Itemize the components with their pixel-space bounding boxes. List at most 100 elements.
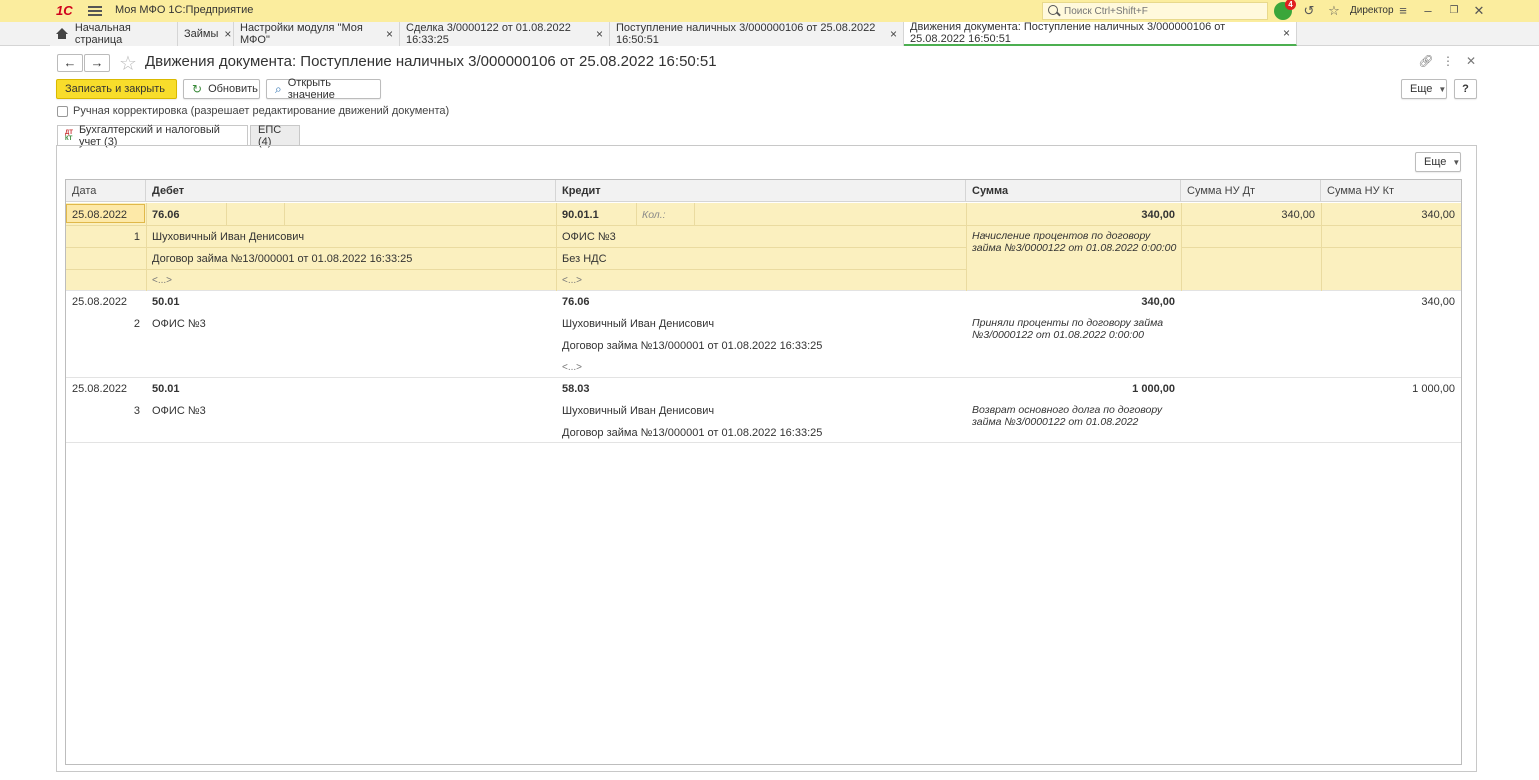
col-sum-nu-kt[interactable]: Сумма НУ Кт bbox=[1321, 180, 1461, 202]
debit-subconto-1: ОФИС №3 bbox=[152, 318, 206, 330]
tab-eps-label: ЕПС (4) bbox=[258, 123, 282, 148]
notifications-badge: 4 bbox=[1285, 0, 1296, 10]
row-sum: 1 000,00 bbox=[1132, 383, 1175, 395]
grid-more-button[interactable]: Еще ▼ bbox=[1415, 152, 1461, 172]
credit-subconto-3: <...> bbox=[562, 362, 583, 373]
search-icon bbox=[1047, 4, 1061, 18]
back-button[interactable]: ← bbox=[57, 54, 83, 72]
credit-account: 76.06 bbox=[562, 296, 590, 308]
close-window-icon[interactable]: ✕ bbox=[1471, 3, 1487, 19]
row-sum: 340,00 bbox=[1141, 209, 1175, 221]
row-content: Приняли проценты по договору займа №3/00… bbox=[972, 317, 1164, 341]
more-actions-icon[interactable]: ⋮ bbox=[1440, 54, 1456, 70]
tab-label: Начальная страница bbox=[74, 22, 131, 46]
col-sum[interactable]: Сумма bbox=[966, 180, 1181, 202]
close-icon[interactable]: × bbox=[386, 27, 393, 41]
tab-loans[interactable]: Займы × bbox=[178, 22, 234, 46]
col-credit[interactable]: Кредит bbox=[556, 180, 966, 202]
row-date: 25.08.2022 bbox=[72, 209, 128, 221]
manual-edit-row[interactable]: Ручная корректировка (разрешает редактир… bbox=[57, 105, 449, 117]
close-icon[interactable]: × bbox=[1283, 26, 1290, 40]
row-number: 3 bbox=[133, 405, 140, 417]
row-content: Возврат основного долга по договору займ… bbox=[972, 404, 1163, 428]
debit-subconto-1: Шуховичный Иван Денисович bbox=[152, 231, 305, 243]
col-date[interactable]: Дата bbox=[66, 180, 146, 202]
credit-subconto-2: Договор займа №13/000001 от 01.08.2022 1… bbox=[562, 340, 823, 352]
debit-account: 76.06 bbox=[152, 209, 180, 221]
refresh-icon: ↻ bbox=[192, 82, 203, 96]
close-icon[interactable]: × bbox=[224, 27, 231, 41]
magnifier-icon: ⌕ bbox=[275, 81, 282, 96]
tab-document-movements[interactable]: Движения документа: Поступление наличных… bbox=[904, 21, 1297, 46]
close-icon[interactable]: × bbox=[596, 27, 603, 41]
dt-kt-icon: ДТ КТ bbox=[65, 130, 73, 142]
tab-label: Сделка 3/0000122 от 01.08.2022 16:33:25 bbox=[406, 22, 571, 46]
credit-subconto-1: Шуховичный Иван Денисович bbox=[562, 318, 715, 330]
form-title: Движения документа: Поступление наличных… bbox=[145, 53, 717, 70]
credit-subconto-2: Без НДС bbox=[562, 253, 607, 265]
home-icon bbox=[56, 28, 68, 40]
favorites-star-icon[interactable]: ☆ bbox=[1326, 3, 1342, 19]
search-input[interactable] bbox=[1064, 5, 1264, 17]
row-sum-nu-dt: 340,00 bbox=[1281, 209, 1315, 221]
open-value-button[interactable]: ⌕ Открыть значение bbox=[266, 77, 381, 101]
close-form-icon[interactable]: ✕ bbox=[1463, 54, 1479, 70]
tab-accounting[interactable]: ДТ КТ Бухгалтерский и налоговый учет (3) bbox=[57, 124, 248, 148]
row-sum-nu-kt: 340,00 bbox=[1421, 209, 1455, 221]
table-row[interactable]: 25.08.2022 3 50.01 ОФИС №3 58.03 Шухович… bbox=[66, 378, 1461, 443]
1c-logo: 1С bbox=[56, 3, 73, 18]
row-sum-nu-kt: 1 000,00 bbox=[1412, 383, 1455, 395]
tab-label: Поступление наличных 3/000000106 от 25.0… bbox=[616, 22, 876, 46]
main-menu-icon[interactable] bbox=[88, 4, 102, 18]
manual-edit-checkbox[interactable] bbox=[57, 105, 68, 117]
credit-subconto-3: <...> bbox=[562, 275, 583, 286]
save-and-close-label: Записать и закрыть bbox=[65, 83, 166, 95]
open-windows-tabs: Начальная страница Займы × Настройки мод… bbox=[0, 21, 1539, 46]
link-icon[interactable]: 🔗︎ bbox=[1418, 54, 1434, 70]
tab-home[interactable]: Начальная страница bbox=[50, 22, 178, 46]
restore-icon[interactable]: ❐ bbox=[1446, 3, 1462, 19]
history-icon[interactable]: ↺ bbox=[1301, 3, 1317, 19]
table-row[interactable]: 25.08.2022 1 76.06 Шуховичный Иван Денис… bbox=[66, 203, 1461, 291]
tab-label: Настройки модуля "Моя МФО" bbox=[240, 22, 363, 46]
col-debit[interactable]: Дебет bbox=[146, 180, 556, 202]
col-sum-nu-dt[interactable]: Сумма НУ Дт bbox=[1181, 180, 1321, 202]
credit-quantity-label: Кол.: bbox=[642, 209, 666, 221]
forward-button[interactable]: → bbox=[84, 54, 110, 72]
credit-account: 90.01.1 bbox=[562, 209, 599, 221]
chevron-down-icon: ▼ bbox=[1452, 157, 1461, 167]
user-name[interactable]: Директор bbox=[1350, 5, 1394, 16]
debit-account: 50.01 bbox=[152, 383, 180, 395]
refresh-button[interactable]: ↻ Обновить bbox=[183, 79, 260, 99]
minimize-icon[interactable]: – bbox=[1420, 3, 1436, 19]
manual-edit-label: Ручная корректировка (разрешает редактир… bbox=[73, 105, 450, 117]
debit-subconto-3: <...> bbox=[152, 275, 173, 286]
tab-module-settings[interactable]: Настройки модуля "Моя МФО" × bbox=[234, 22, 400, 46]
row-content: Начисление процентов по договору займа №… bbox=[972, 230, 1177, 254]
chevron-down-icon: ▼ bbox=[1438, 84, 1447, 94]
tab-eps[interactable]: ЕПС (4) bbox=[250, 123, 300, 148]
tab-deal[interactable]: Сделка 3/0000122 от 01.08.2022 16:33:25 … bbox=[400, 22, 610, 46]
title-bar: 1С Моя МФО 1С:Предприятие 4 ↺ ☆ Директор… bbox=[0, 0, 1539, 22]
help-button[interactable]: ? bbox=[1454, 79, 1477, 99]
debit-subconto-1: ОФИС №3 bbox=[152, 405, 206, 417]
debit-subconto-2: Договор займа №13/000001 от 01.08.2022 1… bbox=[152, 253, 413, 265]
table-row[interactable]: 25.08.2022 2 50.01 ОФИС №3 76.06 Шухович… bbox=[66, 291, 1461, 378]
credit-account: 58.03 bbox=[562, 383, 590, 395]
tab-cash-receipt[interactable]: Поступление наличных 3/000000106 от 25.0… bbox=[610, 22, 904, 46]
row-number: 1 bbox=[133, 231, 140, 243]
credit-subconto-1: ОФИС №3 bbox=[562, 231, 616, 243]
save-and-close-button[interactable]: Записать и закрыть bbox=[56, 79, 177, 99]
more-button[interactable]: Еще ▼ bbox=[1401, 79, 1447, 99]
global-search[interactable] bbox=[1042, 2, 1268, 20]
settings-menu-icon[interactable]: ≡ bbox=[1395, 3, 1411, 19]
row-sum: 340,00 bbox=[1141, 296, 1175, 308]
movements-table[interactable]: Дата Дебет Кредит Сумма Сумма НУ Дт Сумм… bbox=[65, 179, 1462, 765]
refresh-label: Обновить bbox=[208, 83, 258, 95]
credit-subconto-2: Договор займа №13/000001 от 01.08.2022 1… bbox=[562, 427, 823, 439]
notifications-icon[interactable]: 4 bbox=[1274, 0, 1296, 20]
favorite-star-icon[interactable]: ☆ bbox=[119, 51, 137, 76]
close-icon[interactable]: × bbox=[890, 27, 897, 41]
debit-account: 50.01 bbox=[152, 296, 180, 308]
row-number: 2 bbox=[133, 318, 140, 330]
